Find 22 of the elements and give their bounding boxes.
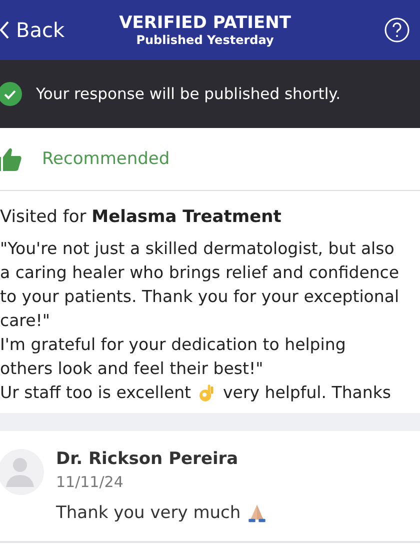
- review-text: care!": [0, 310, 51, 332]
- reply-date: 11/11/24: [56, 473, 124, 491]
- avatar-icon: [0, 449, 44, 495]
- visited-for-text: Visited for Melasma Treatment: [0, 206, 282, 229]
- recommended-label: Recommended: [42, 149, 170, 169]
- review-text: others look and feel their best!": [0, 358, 264, 380]
- header-subtitle: Published Yesterday: [136, 33, 274, 47]
- review-text: Ur staff too is excellent: [0, 382, 192, 404]
- chevron-left-icon: [0, 20, 10, 40]
- check-icon: [0, 82, 22, 106]
- banner-message: Your response will be published shortly.: [36, 85, 341, 103]
- review-text: to your patients. Thank you for your exceptional: [0, 286, 400, 308]
- back-button[interactable]: Back: [0, 18, 100, 42]
- review-text: "You're not just a skilled dermatologist, but also: [0, 238, 396, 260]
- review-text: a caring healer who brings relief and confidence: [0, 262, 400, 284]
- praying-hands-icon: [246, 503, 267, 523]
- reply-text: Thank you very much: [56, 503, 241, 523]
- review-text: I'm grateful for your dedication to helping: [0, 334, 347, 356]
- help-icon[interactable]: [384, 17, 410, 43]
- review-text: very helpful. Thanks: [223, 382, 392, 404]
- header-title: VERIFIED PATIENT: [119, 13, 291, 33]
- doctor-name: Dr. Rickson Pereira: [56, 449, 240, 469]
